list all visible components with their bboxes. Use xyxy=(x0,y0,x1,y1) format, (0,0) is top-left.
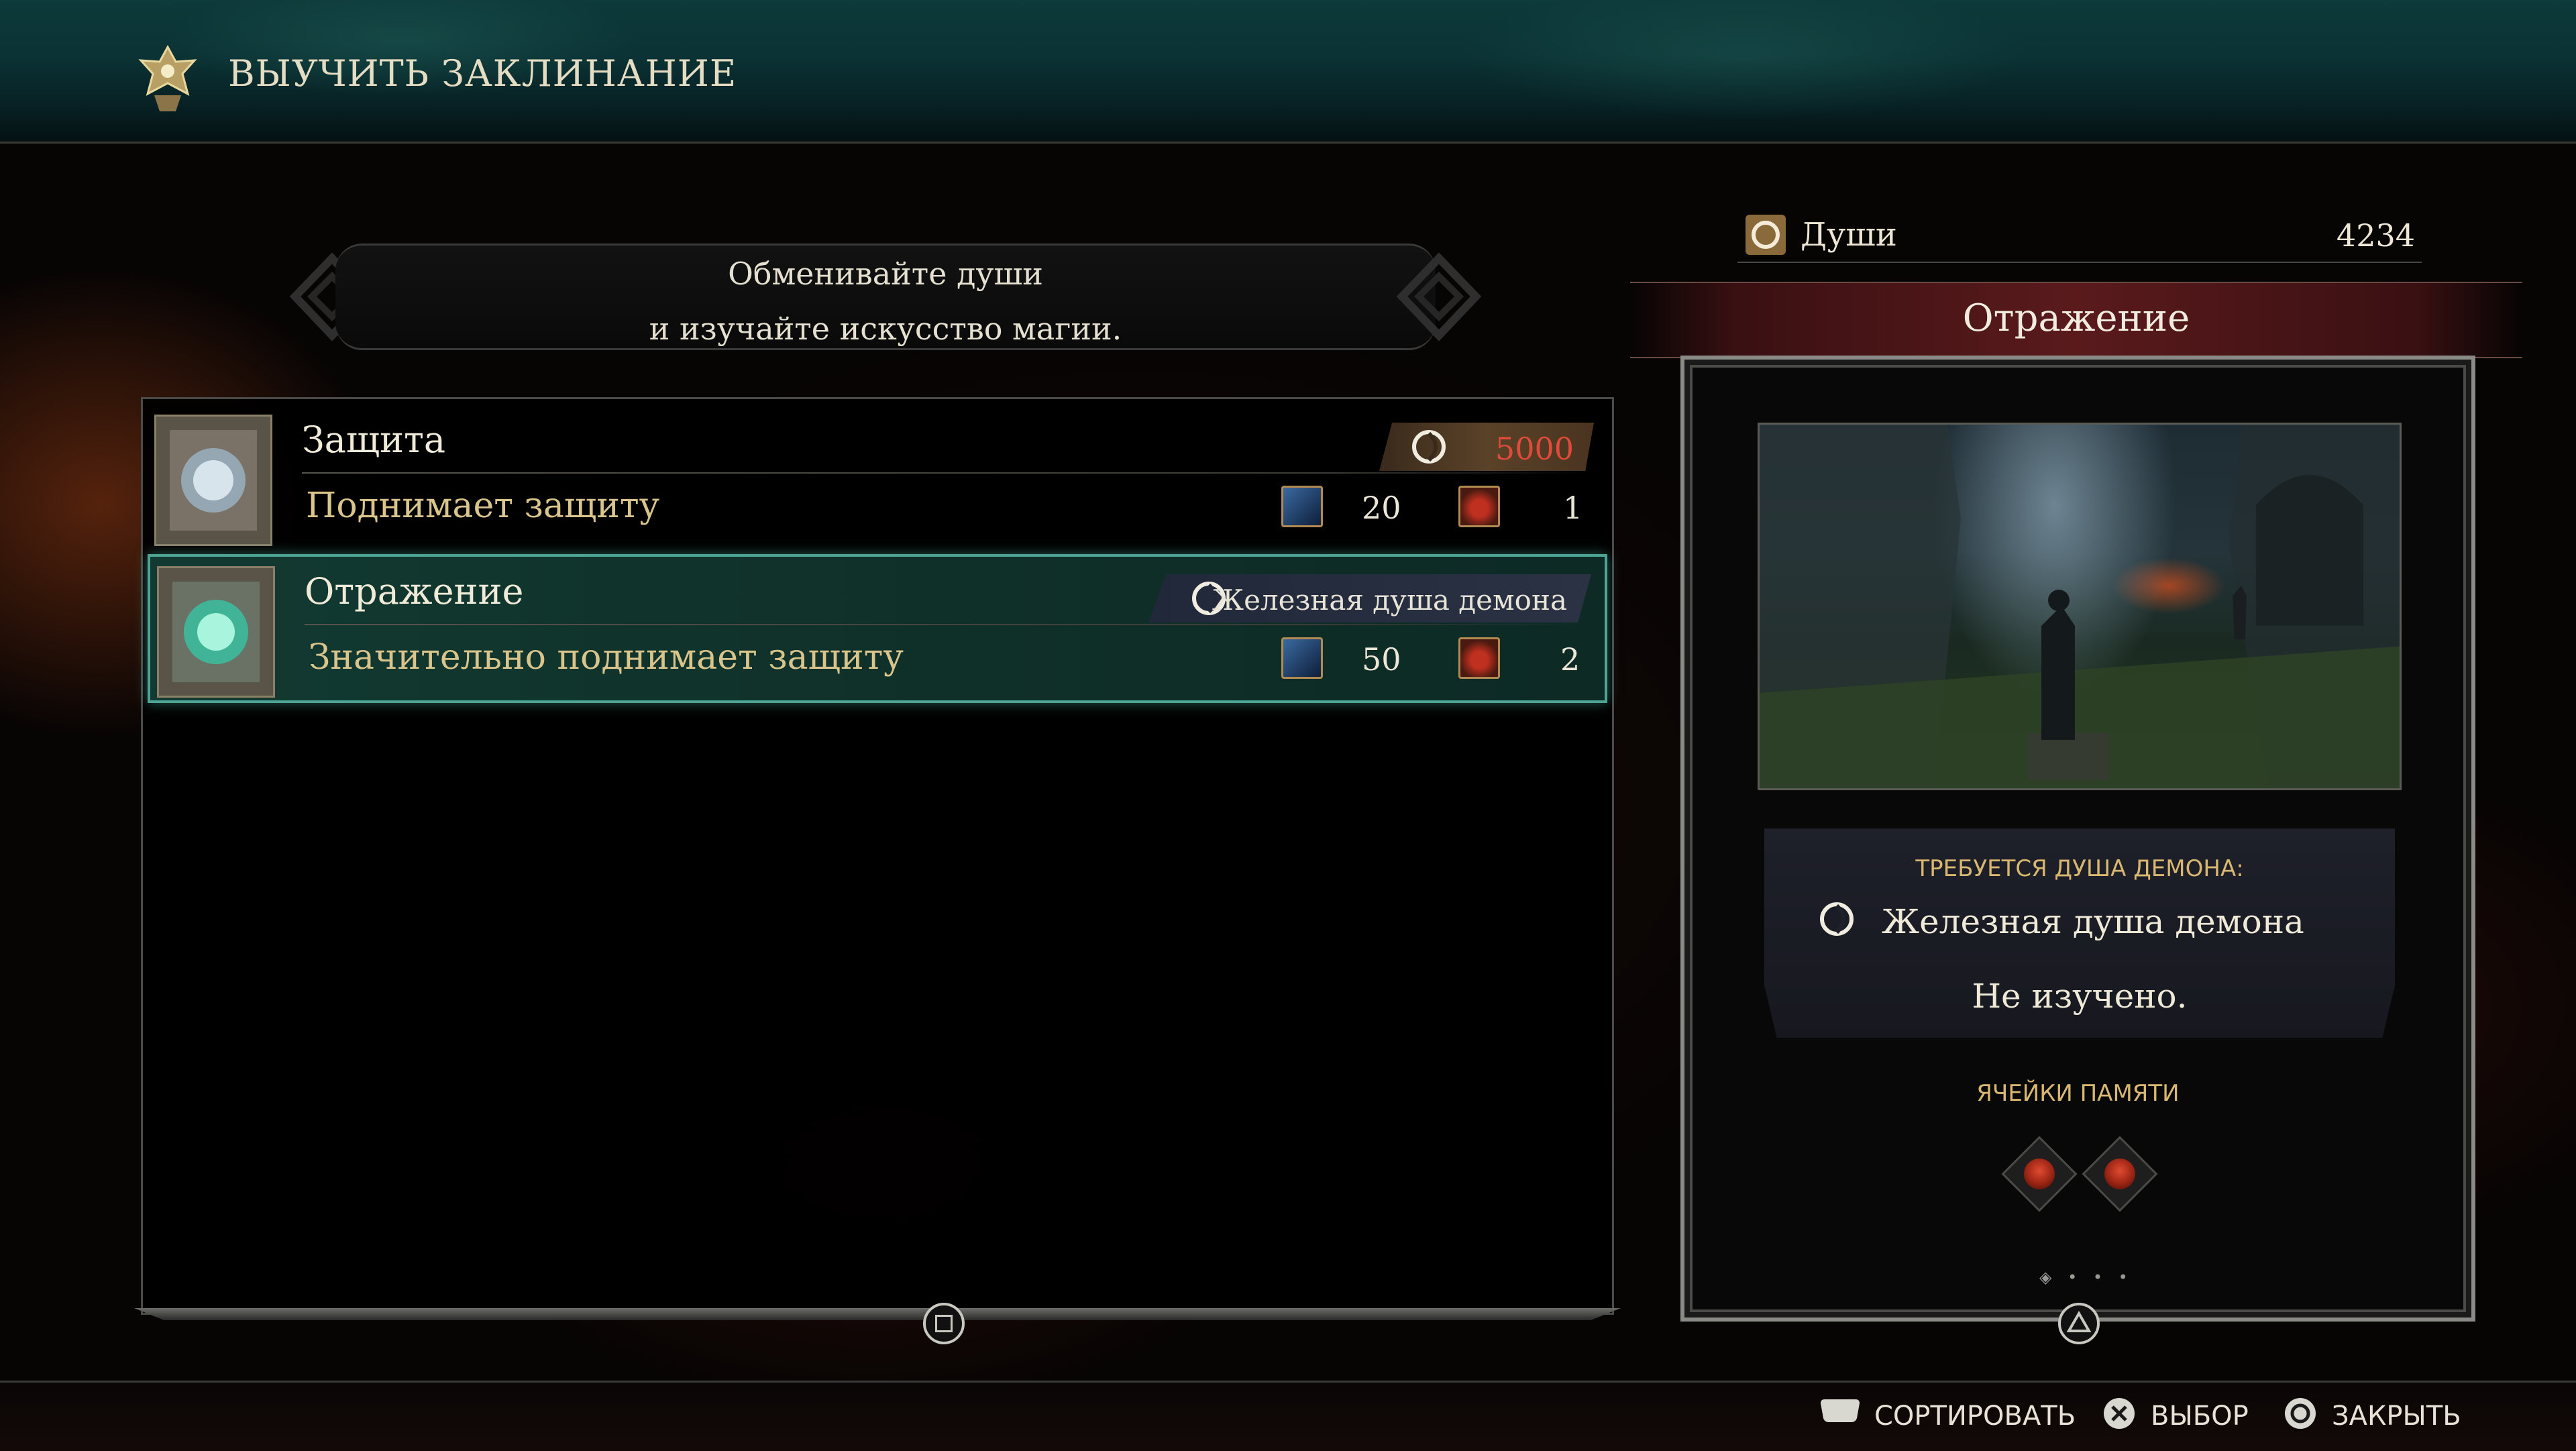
page-title: ВЫУЧИТЬ ЗАКЛИНАНИЕ xyxy=(228,52,737,95)
intelligence-icon xyxy=(1281,637,1323,679)
cross-button-icon[interactable] xyxy=(2101,1395,2137,1432)
spell-name: Отражение xyxy=(305,570,524,612)
requirement-text: Железная душа демона xyxy=(1212,584,1567,616)
scroll-icon xyxy=(154,415,272,546)
spell-row-reflection[interactable]: Отражение Значительно поднимает защиту Ж… xyxy=(148,554,1607,703)
intelligence-req: 50 xyxy=(1362,641,1401,678)
spell-description: Поднимает защиту xyxy=(306,486,660,526)
soul-cost: 5000 xyxy=(1495,431,1574,467)
scroll-icon xyxy=(157,566,275,698)
intelligence-icon xyxy=(1281,486,1323,527)
memory-req: 1 xyxy=(1563,490,1583,526)
banner-line-2: и изучайте искусство магии. xyxy=(649,311,1122,347)
select-hint[interactable]: ВЫБОР xyxy=(2151,1401,2249,1432)
memory-slots-heading: ЯЧЕЙКИ ПАМЯТИ xyxy=(1976,1080,2180,1107)
soul-icon xyxy=(1746,215,1786,255)
required-soul: Железная душа демона xyxy=(1882,902,2304,941)
triangle-button-icon[interactable] xyxy=(2058,1303,2100,1344)
spell-preview-image xyxy=(1758,423,2402,790)
page-indicator: ◈ • • • xyxy=(2039,1268,2133,1287)
intro-banner: Обменивайте души и изучайте искусство ма… xyxy=(282,238,1489,356)
circle-button-icon[interactable] xyxy=(2282,1395,2318,1432)
spell-helm-icon xyxy=(138,44,197,111)
spell-description: Значительно поднимает защиту xyxy=(309,637,904,678)
requirement-heading: ТРЕБУЕТСЯ ДУША ДЕМОНА: xyxy=(1915,855,2244,882)
souls-value: 4234 xyxy=(2336,217,2415,254)
intelligence-req: 20 xyxy=(1362,490,1401,526)
spell-name: Защита xyxy=(302,419,446,461)
detail-title: Отражение xyxy=(1962,297,2190,340)
memory-req: 2 xyxy=(1560,641,1580,678)
memory-icon xyxy=(1458,486,1500,527)
soul-icon xyxy=(1412,430,1446,464)
spell-row-protection[interactable]: Защита Поднимает защиту 5000 20 1 xyxy=(148,405,1607,554)
square-button-icon[interactable] xyxy=(923,1303,965,1344)
souls-label: Души xyxy=(1801,216,1897,254)
memory-icon xyxy=(1458,637,1500,679)
touchpad-icon[interactable] xyxy=(1818,1395,1862,1429)
souls-counter: Души 4234 xyxy=(1737,209,2422,263)
sort-hint[interactable]: СОРТИРОВАТЬ xyxy=(1874,1401,2076,1432)
learn-status: Не изучено. xyxy=(1972,977,2188,1016)
banner-line-1: Обменивайте души xyxy=(728,256,1043,292)
soul-icon xyxy=(1820,902,1854,936)
detail-title-bar: Отражение xyxy=(1630,282,2522,358)
close-hint[interactable]: ЗАКРЫТЬ xyxy=(2332,1401,2461,1432)
